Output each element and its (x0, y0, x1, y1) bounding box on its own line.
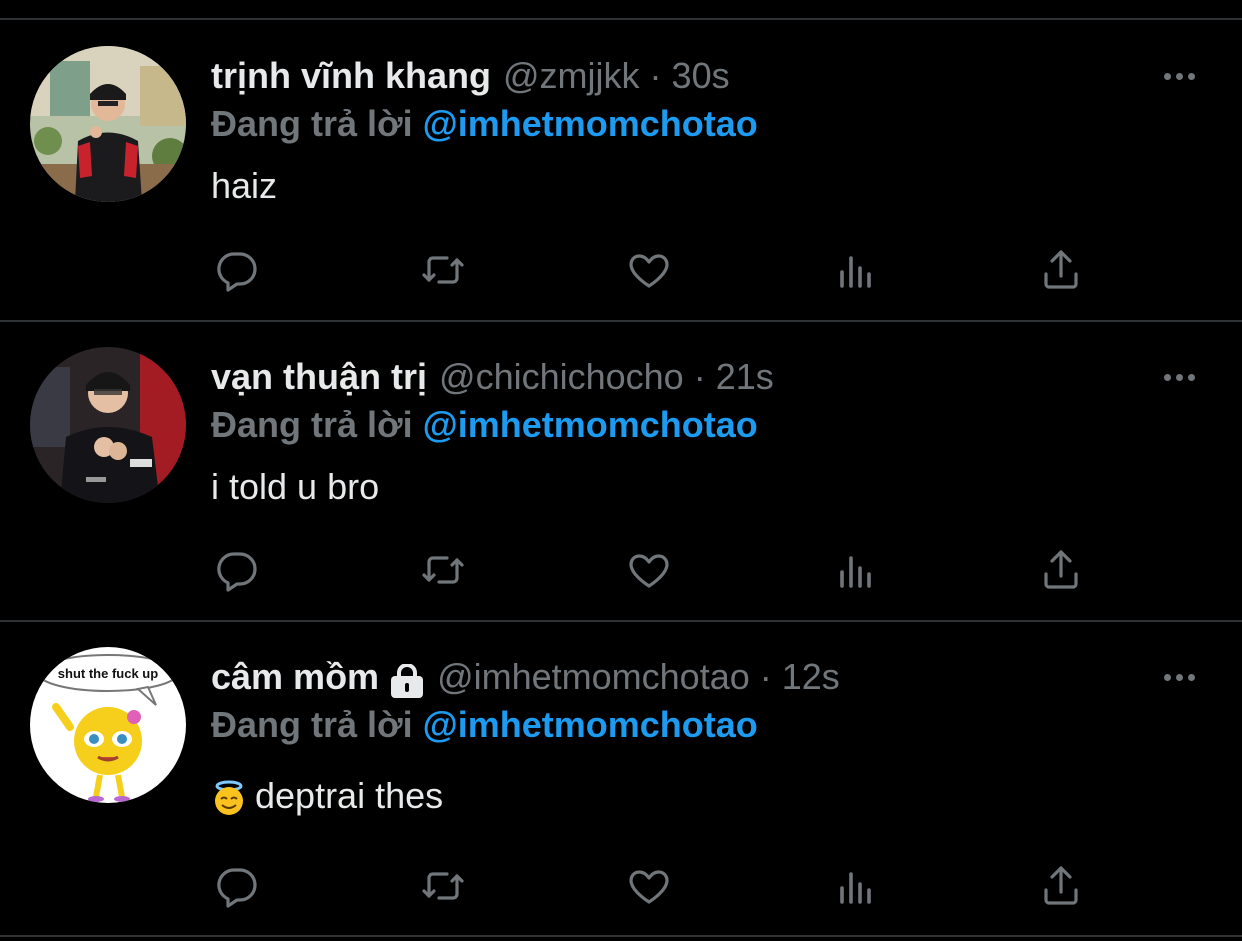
more-icon[interactable] (1154, 365, 1204, 389)
lock-icon (389, 661, 425, 698)
user-handle[interactable]: @chichichocho (439, 352, 684, 402)
halo-emoji-icon (211, 778, 247, 815)
retweet-button[interactable] (417, 860, 469, 912)
divider-bottom (0, 935, 1242, 937)
like-button[interactable] (623, 860, 675, 912)
reply-icon (217, 868, 257, 908)
tweet-text: deptrai thes (211, 770, 443, 822)
reply-icon (217, 552, 257, 592)
reply-icon (217, 252, 257, 292)
avatar[interactable] (30, 347, 186, 503)
replying-prefix: Đang trả lời (211, 103, 413, 144)
display-name[interactable]: câm mồm (211, 652, 379, 702)
retweet-icon (422, 256, 464, 284)
timestamp[interactable]: 30s (672, 51, 730, 101)
avatar[interactable] (30, 46, 186, 202)
avatar-caption: shut the fuck up (58, 666, 158, 681)
retweet-icon (422, 556, 464, 584)
tweet-header: câm mồm @imhetmomchotao · 12s (211, 652, 840, 702)
reply-button[interactable] (211, 860, 263, 912)
display-name[interactable]: vạn thuận trị (211, 352, 427, 402)
replying-to: Đang trả lời @imhetmomchotao (211, 400, 758, 450)
retweet-icon (422, 872, 464, 900)
tweet-text-content: deptrai thes (255, 775, 444, 816)
separator-dot: · (649, 55, 662, 96)
share-button[interactable] (1035, 244, 1087, 296)
action-bar (0, 244, 1242, 304)
user-handle[interactable]: @zmjjkk (503, 51, 640, 101)
mention-link[interactable]: @imhetmomchotao (423, 404, 758, 445)
like-icon (629, 254, 669, 288)
action-bar (0, 544, 1242, 604)
like-icon (629, 870, 669, 904)
like-icon (629, 554, 669, 588)
separator-dot: · (759, 656, 772, 697)
avatar[interactable]: shut the fuck up (30, 647, 186, 803)
tweet-text: haiz (211, 160, 277, 212)
mention-link[interactable]: @imhetmomchotao (423, 704, 758, 745)
action-bar (0, 860, 1242, 920)
separator-dot: · (693, 356, 706, 397)
share-icon (1044, 550, 1078, 589)
reply-button[interactable] (211, 244, 263, 296)
mention-link[interactable]: @imhetmomchotao (423, 103, 758, 144)
retweet-button[interactable] (417, 544, 469, 596)
replying-to: Đang trả lời @imhetmomchotao (211, 700, 758, 750)
tweet[interactable]: shut the fuck up câm mồm @imhetmomchotao… (0, 621, 1242, 935)
tweet-header: trịnh vĩnh khang @zmjjkk · 30s (211, 51, 730, 101)
share-button[interactable] (1035, 544, 1087, 596)
tweet[interactable]: vạn thuận trị @chichichocho · 21s Đang t… (0, 321, 1242, 620)
analytics-icon (840, 556, 871, 588)
more-icon[interactable] (1154, 665, 1204, 689)
tweet-text: i told u bro (211, 461, 379, 513)
like-button[interactable] (623, 244, 675, 296)
analytics-icon (840, 872, 871, 904)
share-button[interactable] (1035, 860, 1087, 912)
user-handle[interactable]: @imhetmomchotao (437, 652, 750, 702)
tweet-text-content: i told u bro (211, 466, 380, 507)
timestamp[interactable]: 12s (782, 652, 840, 702)
analytics-button[interactable] (830, 544, 882, 596)
reply-button[interactable] (211, 544, 263, 596)
replying-to: Đang trả lời @imhetmomchotao (211, 99, 758, 149)
timestamp[interactable]: 21s (716, 352, 774, 402)
more-icon[interactable] (1154, 64, 1204, 88)
share-icon (1044, 250, 1078, 289)
tweet[interactable]: trịnh vĩnh khang @zmjjkk · 30s Đang trả … (0, 20, 1242, 320)
replying-prefix: Đang trả lời (211, 704, 413, 745)
analytics-button[interactable] (830, 860, 882, 912)
tweet-header: vạn thuận trị @chichichocho · 21s (211, 352, 774, 402)
display-name[interactable]: trịnh vĩnh khang (211, 51, 491, 101)
retweet-button[interactable] (417, 244, 469, 296)
tweet-text-content: haiz (211, 165, 278, 206)
like-button[interactable] (623, 544, 675, 596)
replying-prefix: Đang trả lời (211, 404, 413, 445)
analytics-button[interactable] (830, 244, 882, 296)
analytics-icon (840, 256, 871, 288)
share-icon (1044, 866, 1078, 905)
